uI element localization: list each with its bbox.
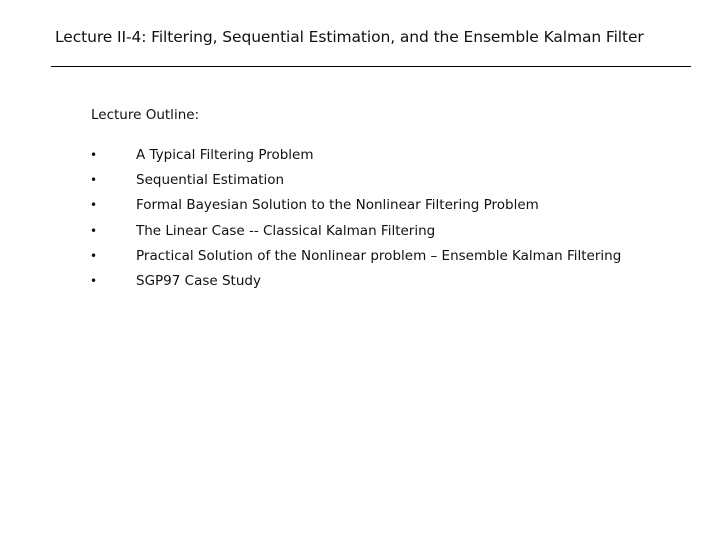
outline-heading: Lecture Outline: bbox=[91, 107, 200, 123]
bullet-icon: • bbox=[90, 173, 98, 188]
outline-item-text: A Typical Filtering Problem bbox=[136, 147, 314, 163]
slide-title: Lecture II-4: Filtering, Sequential Esti… bbox=[55, 28, 644, 46]
outline-item-text: Formal Bayesian Solution to the Nonlinea… bbox=[136, 197, 539, 214]
title-underline-divider bbox=[51, 66, 691, 67]
bullet-icon: • bbox=[90, 248, 98, 263]
outline-item-text: Sequential Estimation bbox=[136, 172, 285, 189]
outline-item-text: SGP97 Case Study bbox=[136, 272, 261, 289]
bullet-icon: • bbox=[90, 198, 98, 213]
bullet-icon: • bbox=[90, 273, 98, 288]
outline-item-text: The Linear Case -- Classical Kalman Filt… bbox=[136, 222, 436, 239]
bullet-icon: • bbox=[90, 148, 98, 162]
bullet-icon: • bbox=[90, 223, 98, 238]
outline-item-text: Practical Solution of the Nonlinear prob… bbox=[136, 247, 622, 264]
